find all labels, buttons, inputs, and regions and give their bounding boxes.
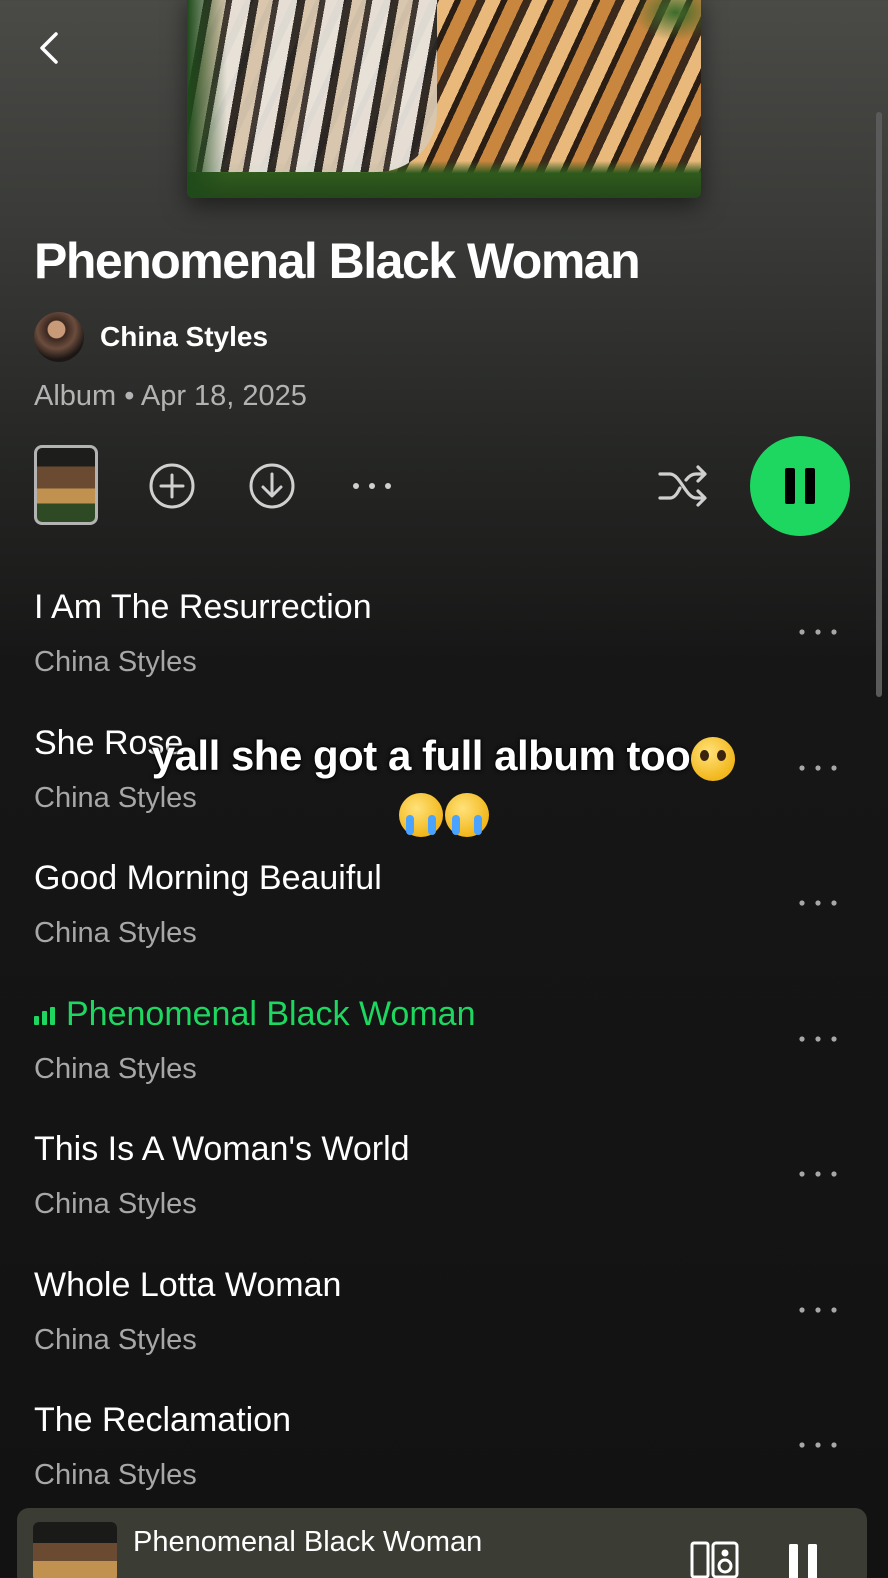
pause-button[interactable] <box>750 436 850 536</box>
track-list: I Am The Resurrection China Styles She R… <box>34 582 854 1531</box>
artist-avatar[interactable] <box>34 312 84 362</box>
artist-row[interactable]: China Styles <box>34 312 268 362</box>
track-row[interactable]: I Am The Resurrection China Styles <box>34 582 854 718</box>
download-icon[interactable] <box>248 462 296 510</box>
track-title: Good Morning Beauiful <box>34 859 382 897</box>
track-artist: China Styles <box>34 1052 197 1085</box>
more-horizontal-icon[interactable] <box>796 1164 840 1184</box>
track-artist: China Styles <box>34 1459 197 1491</box>
more-horizontal-icon[interactable] <box>796 1300 840 1320</box>
more-horizontal-icon[interactable] <box>796 1435 840 1455</box>
album-cover-art <box>187 0 701 198</box>
artist-name[interactable]: China Styles <box>100 321 268 353</box>
caption-text: yall she got a full album too <box>151 732 691 779</box>
track-row[interactable]: Good Morning Beauiful China Styles <box>34 853 854 989</box>
more-horizontal-icon[interactable] <box>796 622 840 642</box>
album-preview-thumbnail[interactable] <box>34 445 98 525</box>
plus-circle-icon[interactable] <box>148 462 196 510</box>
connect-device-icon[interactable] <box>689 1540 741 1578</box>
pleading-face-emoji <box>691 736 736 781</box>
mini-player-title: Phenomenal Black Woman <box>133 1526 483 1558</box>
more-horizontal-icon[interactable] <box>348 462 396 510</box>
cover-foliage <box>187 0 227 198</box>
mini-player[interactable]: Phenomenal Black Woman <box>17 1508 867 1578</box>
track-title-now-playing: Phenomenal Black Woman <box>34 995 475 1034</box>
more-horizontal-icon[interactable] <box>796 1029 840 1049</box>
mini-player-cover <box>33 1522 117 1578</box>
track-row-now-playing[interactable]: Phenomenal Black Woman China Styles <box>34 989 854 1125</box>
album-title: Phenomenal Black Woman <box>34 233 641 289</box>
track-title: This Is A Woman's World <box>34 1130 410 1168</box>
track-title: The Reclamation <box>34 1401 292 1439</box>
track-artist: China Styles <box>34 1188 197 1220</box>
album-action-bar <box>34 436 854 540</box>
pause-icon[interactable] <box>785 1542 821 1578</box>
more-horizontal-icon[interactable] <box>796 893 840 913</box>
track-artist: China Styles <box>34 1323 197 1356</box>
chevron-left-icon[interactable] <box>34 30 64 66</box>
track-title-text: Phenomenal Black Woman <box>66 994 476 1033</box>
equalizer-icon <box>34 1006 58 1025</box>
shuffle-icon[interactable] <box>658 462 710 510</box>
track-artist: China Styles <box>34 646 197 678</box>
track-artist: China Styles <box>34 917 197 949</box>
album-meta: Album • Apr 18, 2025 <box>34 380 307 412</box>
track-row[interactable]: This Is A Woman's World China Styles <box>34 1124 854 1260</box>
loudly-crying-face-emoji <box>445 792 489 837</box>
pause-icon <box>785 468 815 504</box>
track-row[interactable]: Whole Lotta Woman China Styles <box>34 1260 854 1396</box>
track-title: Whole Lotta Woman <box>34 1265 342 1304</box>
video-caption-overlay: yall she got a full album too <box>0 728 888 840</box>
scrollbar[interactable] <box>876 112 882 697</box>
loudly-crying-face-emoji <box>399 792 443 837</box>
track-title: I Am The Resurrection <box>34 588 372 626</box>
